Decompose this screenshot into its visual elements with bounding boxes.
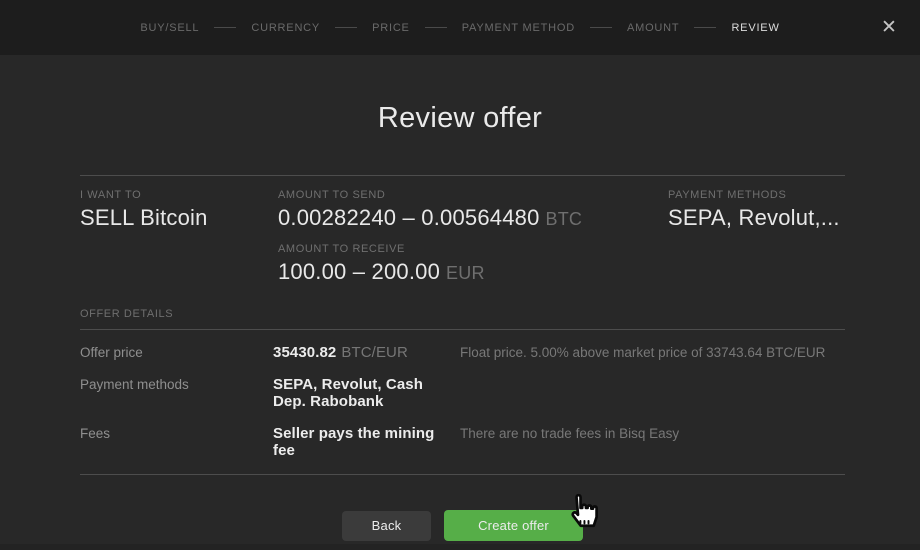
wizard-top-bar: BUY/SELL CURRENCY PRICE PAYMENT METHOD A… bbox=[0, 0, 920, 55]
offer-price-unit: BTC/EUR bbox=[341, 344, 408, 361]
amount-to-send-field: AMOUNT TO SEND 0.00282240 – 0.00564480 BT… bbox=[278, 189, 668, 231]
fees-label: Fees bbox=[80, 426, 273, 441]
amount-to-send-label: AMOUNT TO SEND bbox=[278, 189, 668, 201]
i-want-to-value: SELL Bitcoin bbox=[80, 205, 278, 231]
offer-price-number: 35430.82 bbox=[273, 344, 336, 361]
payment-methods-row-value: SEPA, Revolut, Cash Dep. Rabobank bbox=[273, 376, 460, 410]
page-title: Review offer bbox=[0, 102, 920, 135]
step-price[interactable]: PRICE bbox=[372, 22, 410, 34]
amount-to-send-range: 0.00282240 – 0.00564480 bbox=[278, 205, 540, 230]
payment-methods-value: SEPA, Revolut,... bbox=[668, 205, 845, 231]
amount-to-receive-unit: EUR bbox=[446, 263, 485, 283]
payment-methods-list: SEPA, Revolut, Cash Dep. Rabobank bbox=[273, 376, 423, 410]
create-offer-button[interactable]: Create offer bbox=[444, 510, 583, 541]
i-want-to-field: I WANT TO SELL Bitcoin bbox=[80, 189, 278, 231]
step-payment-method[interactable]: PAYMENT METHOD bbox=[462, 22, 575, 34]
i-want-to-label: I WANT TO bbox=[80, 189, 278, 201]
amount-to-send-unit: BTC bbox=[546, 209, 583, 229]
step-separator bbox=[425, 27, 447, 28]
amount-to-receive-value: 100.00 – 200.00 EUR bbox=[278, 259, 668, 285]
fees-value: Seller pays the mining fee bbox=[273, 425, 460, 459]
step-review[interactable]: REVIEW bbox=[731, 22, 779, 34]
step-buy-sell[interactable]: BUY/SELL bbox=[140, 22, 199, 34]
offer-details-table: Offer price 35430.82 BTC/EUR Float price.… bbox=[80, 330, 845, 459]
amount-to-receive-range: 100.00 – 200.00 bbox=[278, 259, 440, 284]
amounts-column: AMOUNT TO SEND 0.00282240 – 0.00564480 BT… bbox=[278, 189, 668, 285]
wizard-actions: Back Create offer bbox=[80, 510, 845, 541]
step-separator bbox=[335, 27, 357, 28]
fees-text: Seller pays the mining fee bbox=[273, 425, 434, 459]
close-icon[interactable]: ✕ bbox=[874, 13, 904, 43]
fees-note: There are no trade fees in Bisq Easy bbox=[460, 426, 845, 441]
step-amount[interactable]: AMOUNT bbox=[627, 22, 679, 34]
amount-to-receive-field: AMOUNT TO RECEIVE 100.00 – 200.00 EUR bbox=[278, 243, 668, 285]
step-separator bbox=[590, 27, 612, 28]
amount-to-receive-label: AMOUNT TO RECEIVE bbox=[278, 243, 668, 255]
divider bbox=[80, 474, 845, 475]
step-separator bbox=[214, 27, 236, 28]
payment-methods-field: PAYMENT METHODS SEPA, Revolut,... bbox=[668, 189, 845, 231]
step-currency[interactable]: CURRENCY bbox=[251, 22, 320, 34]
step-separator bbox=[694, 27, 716, 28]
direction-column: I WANT TO SELL Bitcoin bbox=[80, 189, 278, 285]
wizard-stepper: BUY/SELL CURRENCY PRICE PAYMENT METHOD A… bbox=[140, 22, 779, 34]
back-button[interactable]: Back bbox=[342, 511, 431, 541]
offer-price-note: Float price. 5.00% above market price of… bbox=[460, 345, 845, 360]
amount-to-send-value: 0.00282240 – 0.00564480 BTC bbox=[278, 205, 668, 231]
offer-price-row: Offer price 35430.82 BTC/EUR Float price.… bbox=[80, 344, 845, 361]
payment-methods-row: Payment methods SEPA, Revolut, Cash Dep.… bbox=[80, 376, 845, 410]
payment-methods-row-label: Payment methods bbox=[80, 377, 273, 392]
offer-price-label: Offer price bbox=[80, 345, 273, 360]
review-offer-panel: I WANT TO SELL Bitcoin AMOUNT TO SEND 0.… bbox=[80, 175, 845, 541]
offer-summary: I WANT TO SELL Bitcoin AMOUNT TO SEND 0.… bbox=[80, 176, 845, 285]
window-bottom-edge bbox=[0, 544, 920, 550]
offer-price-value: 35430.82 BTC/EUR bbox=[273, 344, 460, 361]
payment-methods-label: PAYMENT METHODS bbox=[668, 189, 845, 201]
fees-row: Fees Seller pays the mining fee There ar… bbox=[80, 425, 845, 459]
payment-methods-column: PAYMENT METHODS SEPA, Revolut,... bbox=[668, 189, 845, 285]
offer-details-section-label: OFFER DETAILS bbox=[80, 308, 845, 320]
